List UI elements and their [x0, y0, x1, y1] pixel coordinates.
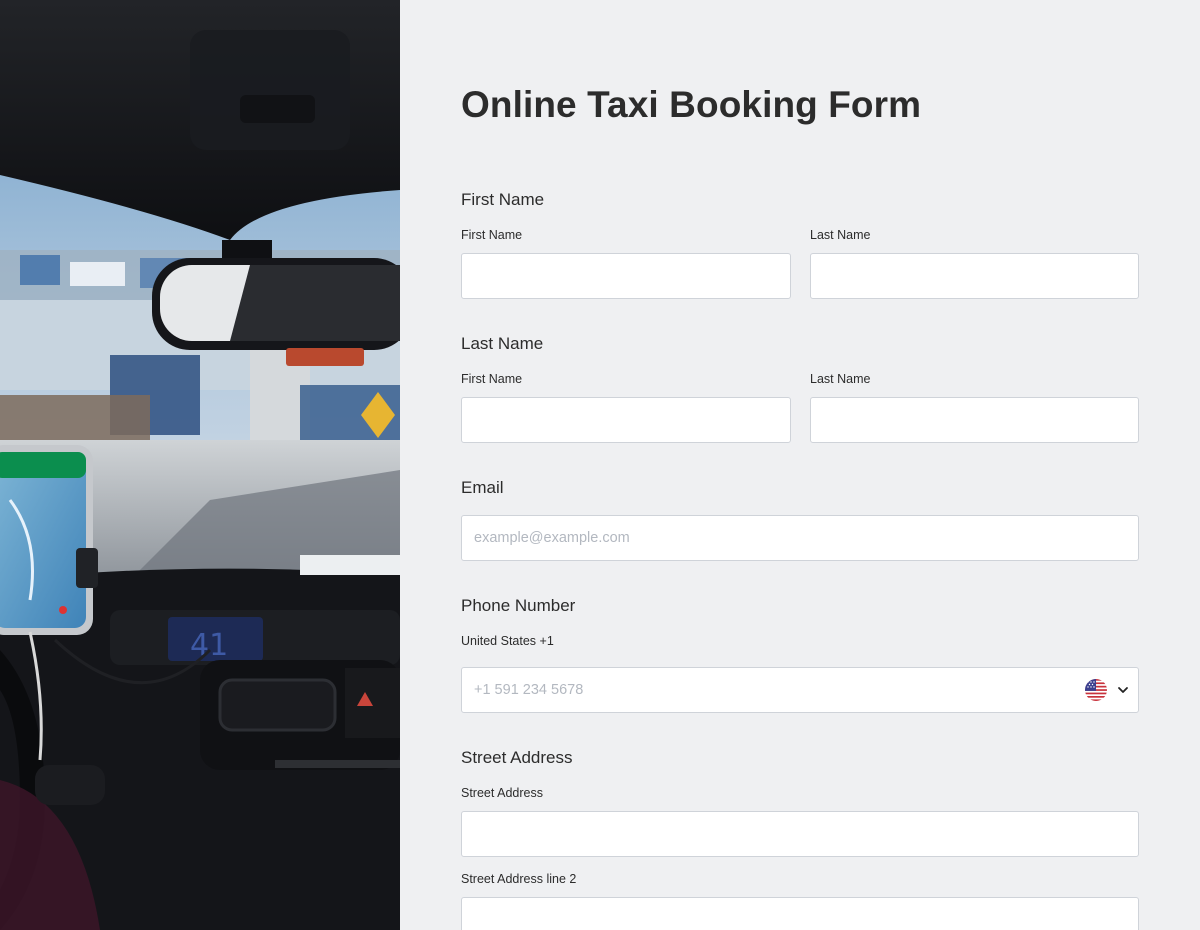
- phone-label: Phone Number: [461, 596, 576, 615]
- form-title: Online Taxi Booking Form: [461, 84, 922, 125]
- first-name-group-last-input[interactable]: [810, 253, 1139, 299]
- last-name-group-first-input[interactable]: [461, 397, 791, 443]
- us-flag-icon: [1085, 679, 1107, 701]
- street-address-line2-input[interactable]: [461, 897, 1139, 930]
- street-line2-sublabel: Street Address line 2: [461, 872, 577, 886]
- last-name-sublabel: Last Name: [810, 372, 871, 386]
- phone-field[interactable]: [461, 667, 1139, 713]
- chevron-down-icon: [1118, 687, 1128, 693]
- booking-form: Online Taxi Booking Form First Name Firs…: [400, 0, 1200, 930]
- street-address-label: Street Address: [461, 748, 573, 767]
- country-selector[interactable]: [1085, 678, 1129, 702]
- street-address-input[interactable]: [461, 811, 1139, 857]
- last-name-group-last-input[interactable]: [810, 397, 1139, 443]
- phone-input-group: [461, 667, 1139, 713]
- taxi-interior-photo: 41: [0, 0, 400, 930]
- email-field[interactable]: [461, 515, 1139, 561]
- email-label: Email: [461, 478, 504, 497]
- first-name-sublabel: First Name: [461, 228, 523, 242]
- last-name-sublabel: Last Name: [810, 228, 871, 242]
- last-name-group-label: Last Name: [461, 334, 544, 353]
- street-line1-sublabel: Street Address: [461, 786, 543, 800]
- phone-country-label: United States +1: [461, 634, 554, 648]
- first-name-group-first-input[interactable]: [461, 253, 791, 299]
- first-name-sublabel: First Name: [461, 372, 523, 386]
- first-name-group-label: First Name: [461, 190, 545, 209]
- dashboard-readout: 41: [190, 628, 228, 663]
- photo-illustration: 41: [0, 0, 400, 930]
